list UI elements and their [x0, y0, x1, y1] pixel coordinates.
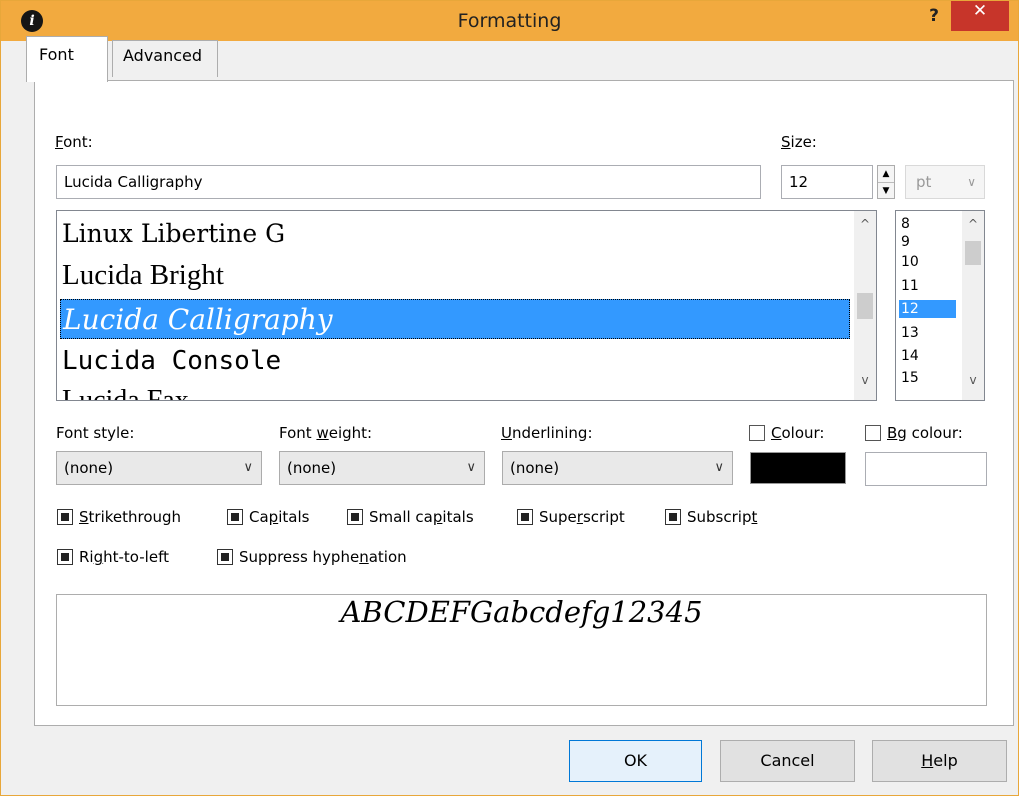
- size-list-item[interactable]: 8: [899, 215, 959, 233]
- tab-font-label: Font: [39, 45, 74, 64]
- superscript-checkbox[interactable]: Superscript: [517, 508, 625, 526]
- scroll-down-icon[interactable]: v: [854, 373, 876, 387]
- font-label: Font:: [55, 133, 93, 151]
- size-list-item[interactable]: 13: [899, 324, 959, 342]
- window-title: Formatting: [457, 10, 562, 32]
- bg-colour-checkbox[interactable]: Bg colour:: [865, 424, 963, 442]
- chevron-down-icon: ∨: [967, 175, 976, 189]
- checkbox-icon[interactable]: [57, 549, 73, 565]
- size-list-scrollbar[interactable]: ^ v: [962, 211, 984, 400]
- size-label: Size:: [781, 133, 817, 151]
- preview-text: ABCDEFGabcdefg12345: [340, 595, 703, 629]
- scroll-up-icon[interactable]: ^: [854, 217, 876, 231]
- checkbox-icon[interactable]: [217, 549, 233, 565]
- preview-box: ABCDEFGabcdefg12345: [56, 594, 987, 706]
- checkbox-icon[interactable]: [665, 509, 681, 525]
- font-list-item[interactable]: Lucida Fax: [60, 381, 189, 400]
- font-list-scrollbar[interactable]: ^ v: [854, 211, 876, 400]
- close-button[interactable]: ✕: [951, 1, 1009, 31]
- tab-advanced-label: Advanced: [123, 46, 203, 65]
- font-weight-label: Font weight:: [279, 424, 373, 442]
- ok-button[interactable]: OK: [569, 740, 702, 782]
- scroll-up-icon[interactable]: ^: [962, 217, 984, 231]
- unit-select[interactable]: pt ∨: [905, 165, 985, 199]
- size-input[interactable]: 12: [781, 165, 873, 199]
- title-bar: i Formatting ? ✕: [1, 1, 1018, 41]
- chevron-down-icon: ∨: [466, 460, 476, 475]
- size-spinner[interactable]: ▲ ▼: [877, 165, 895, 199]
- checkbox-icon[interactable]: [749, 425, 765, 441]
- font-tab-page: Font: Lucida Calligraphy Size: 12 ▲ ▼ pt…: [34, 80, 1014, 726]
- spin-up-icon[interactable]: ▲: [878, 166, 894, 183]
- font-list-item[interactable]: Lucida Bright: [60, 255, 224, 295]
- tab-font[interactable]: Font: [26, 36, 108, 82]
- font-list-item-selected[interactable]: Lucida Calligraphy: [60, 299, 850, 339]
- help-button[interactable]: Help: [872, 740, 1007, 782]
- checkbox-icon[interactable]: [57, 509, 73, 525]
- font-style-label: Font style:: [56, 424, 135, 442]
- scroll-thumb[interactable]: [857, 293, 873, 319]
- checkbox-icon[interactable]: [865, 425, 881, 441]
- scroll-thumb[interactable]: [965, 241, 981, 265]
- font-list-item[interactable]: Linux Libertine G: [60, 214, 285, 254]
- colour-checkbox[interactable]: Colour:: [749, 424, 824, 442]
- spin-down-icon[interactable]: ▼: [878, 183, 894, 199]
- help-title-button[interactable]: ?: [919, 3, 949, 29]
- size-list-item[interactable]: 9: [899, 233, 959, 251]
- checkbox-icon[interactable]: [227, 509, 243, 525]
- chevron-down-icon: ∨: [243, 460, 253, 475]
- font-list[interactable]: Linux Libertine G Lucida Bright Lucida C…: [56, 210, 877, 401]
- checkbox-icon[interactable]: [517, 509, 533, 525]
- chevron-down-icon: ∨: [714, 460, 724, 475]
- font-list-item[interactable]: Lucida Console: [60, 341, 281, 381]
- suppress-hyphenation-checkbox[interactable]: Suppress hyphenation: [217, 548, 407, 566]
- size-list-item-selected[interactable]: 12: [899, 300, 956, 318]
- subscript-checkbox[interactable]: Subscript: [665, 508, 757, 526]
- small-capitals-checkbox[interactable]: Small capitals: [347, 508, 474, 526]
- unit-value: pt: [916, 173, 932, 191]
- strikethrough-checkbox[interactable]: Strikethrough: [57, 508, 181, 526]
- size-list-item[interactable]: 14: [899, 347, 959, 365]
- scroll-down-icon[interactable]: v: [962, 373, 984, 387]
- colour-swatch[interactable]: [750, 452, 846, 484]
- underlining-select[interactable]: (none) ∨: [502, 451, 733, 485]
- checkbox-icon[interactable]: [347, 509, 363, 525]
- bg-colour-swatch[interactable]: [865, 452, 987, 486]
- font-weight-value: (none): [287, 459, 337, 477]
- right-to-left-checkbox[interactable]: Right-to-left: [57, 548, 169, 566]
- font-input[interactable]: Lucida Calligraphy: [56, 165, 761, 199]
- font-style-value: (none): [64, 459, 114, 477]
- font-weight-select[interactable]: (none) ∨: [279, 451, 485, 485]
- underlining-value: (none): [510, 459, 560, 477]
- cancel-button[interactable]: Cancel: [720, 740, 855, 782]
- underlining-label: Underlining:: [501, 424, 593, 442]
- size-list[interactable]: 8 9 10 11 12 13 14 15 ^ v: [895, 210, 985, 401]
- capitals-checkbox[interactable]: Capitals: [227, 508, 309, 526]
- size-list-item[interactable]: 15: [899, 369, 959, 387]
- size-list-item[interactable]: 11: [899, 277, 959, 295]
- font-style-select[interactable]: (none) ∨: [56, 451, 262, 485]
- size-list-item[interactable]: 10: [899, 253, 959, 271]
- tab-advanced[interactable]: Advanced: [112, 40, 218, 77]
